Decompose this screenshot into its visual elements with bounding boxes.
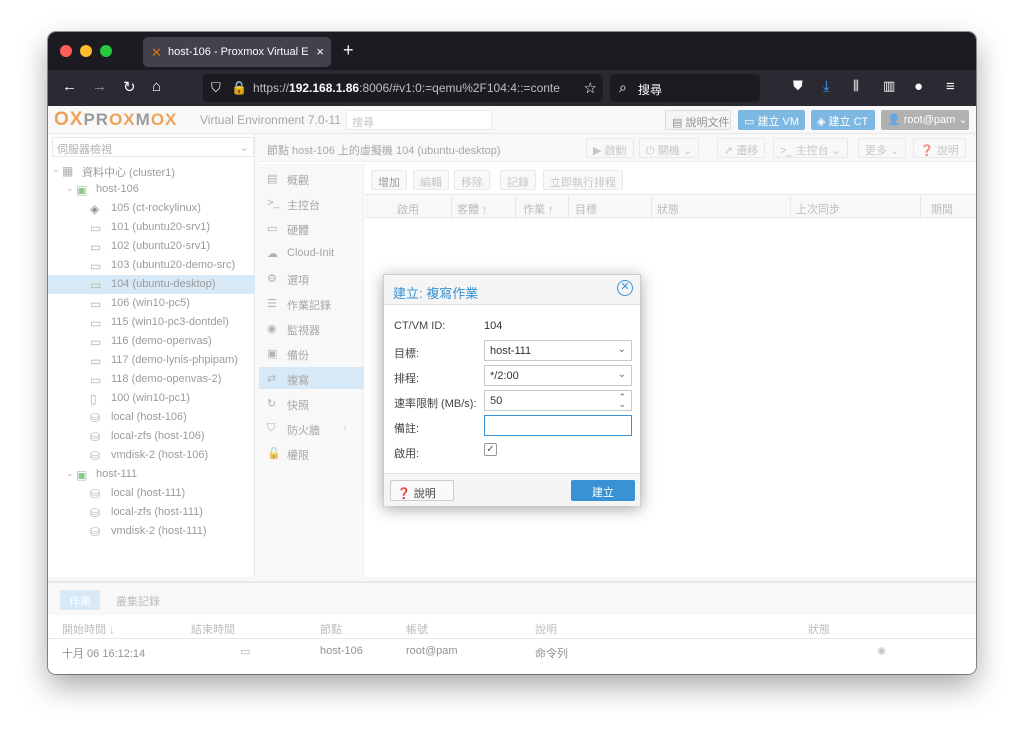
help-button[interactable]: ❓ 說明 [390, 480, 454, 501]
vmid-label: CT/VM ID: [394, 320, 446, 332]
create-button[interactable]: 建立 [571, 480, 635, 501]
browser-tabbar: ✕ host-106 - Proxmox Virtual Envi × + [48, 32, 976, 70]
maximize-window-button[interactable] [100, 45, 112, 57]
menu-icon[interactable]: ≡ [946, 78, 955, 95]
bookmark-star-icon[interactable]: ☆ [584, 79, 597, 97]
new-tab-icon[interactable]: + [343, 40, 354, 61]
chevron-down-icon: ⌄ [617, 369, 626, 380]
dialog-footer: ❓ 說明 建立 [384, 473, 640, 506]
search-text: 搜尋 [638, 83, 663, 97]
rate-limit-label: 速率限制 (MB/s): [394, 398, 477, 410]
chevron-down-icon: ⌄ [617, 344, 626, 355]
minimize-window-button[interactable] [80, 45, 92, 57]
browser-tab[interactable]: ✕ host-106 - Proxmox Virtual Envi × [143, 37, 331, 67]
dialog-title: 建立: 複寫作業 [393, 286, 479, 301]
target-select[interactable]: host-111 ⌄ [484, 340, 632, 361]
close-icon[interactable]: ✕ [617, 280, 633, 296]
search-icon: ⌕ [619, 79, 627, 95]
vmid-value: 104 [484, 320, 503, 332]
enabled-checkbox[interactable]: ✓ [484, 443, 497, 456]
tab-title: host-106 - Proxmox Virtual Envi [168, 46, 308, 58]
browser-search-bar[interactable]: ⌕ 搜尋 [610, 74, 760, 102]
close-window-button[interactable] [60, 45, 72, 57]
comment-label: 備註: [394, 423, 420, 435]
lock-icon[interactable]: 🔒 [231, 80, 247, 96]
reload-icon[interactable]: ↻ [123, 78, 136, 96]
target-label: 目標: [394, 348, 420, 360]
browser-window: ✕ host-106 - Proxmox Virtual Envi × + ← … [48, 32, 976, 674]
browser-navbar: ← → ↻ ⌂ ⛉ 🔒 https://192.168.1.86:8006/#v… [48, 70, 976, 106]
shield-icon[interactable]: ⛉ [211, 80, 221, 96]
account-icon[interactable]: ● [914, 78, 923, 95]
schedule-select[interactable]: */2:00 ⌄ [484, 365, 632, 386]
forward-icon[interactable]: → [92, 78, 107, 95]
spinner-arrows-icon[interactable]: ⌃ ⌄ [618, 393, 626, 409]
close-tab-icon[interactable]: × [316, 44, 324, 59]
create-replication-dialog: 建立: 複寫作業 ✕ CT/VM ID: 104 目標: host-111 ⌄ 排… [383, 274, 641, 506]
rate-limit-stepper[interactable]: 50 ⌃ ⌄ [484, 390, 632, 411]
pocket-icon[interactable]: ⛊ [793, 78, 803, 94]
comment-field[interactable] [484, 415, 632, 436]
library-icon[interactable]: ⫼ [853, 78, 859, 94]
proxmox-favicon-icon: ✕ [151, 45, 162, 60]
sidebar-toggle-icon[interactable]: ▥ [883, 78, 895, 94]
home-icon[interactable]: ⌂ [152, 78, 161, 95]
schedule-label: 排程: [394, 373, 420, 385]
dialog-header: 建立: 複寫作業 ✕ [384, 275, 640, 305]
back-icon[interactable]: ← [62, 78, 77, 95]
download-icon[interactable]: ⤓ [823, 78, 830, 95]
url-text[interactable]: https://192.168.1.86:8006/#v1:0:=qemu%2F… [253, 81, 573, 95]
enabled-label: 啟用: [394, 448, 420, 460]
url-bar[interactable]: ⛉ 🔒 https://192.168.1.86:8006/#v1:0:=qem… [203, 74, 603, 102]
help-icon: ❓ [397, 488, 414, 500]
